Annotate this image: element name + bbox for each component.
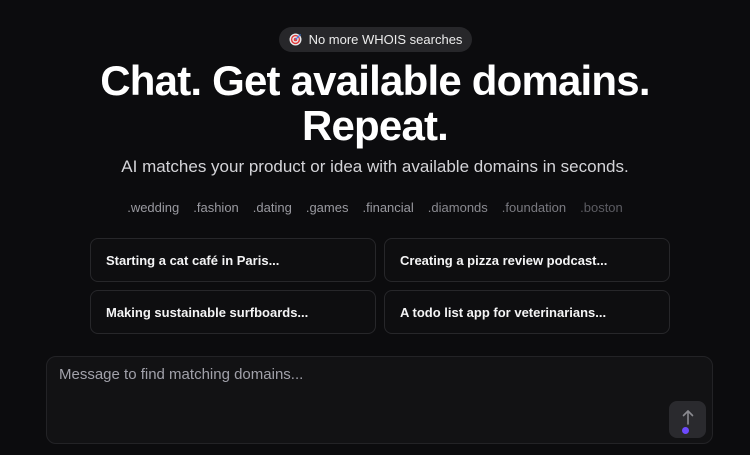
suggestion-grid: Starting a cat café in Paris... Creating…	[90, 238, 670, 334]
tld-chip: .games	[305, 200, 349, 215]
tld-chip: .diamonds	[427, 200, 488, 215]
message-input[interactable]	[59, 366, 659, 426]
suggestion-card[interactable]: A todo list app for veterinarians...	[384, 290, 670, 334]
hero-line-1: Chat. Get available domains.	[100, 57, 650, 104]
hero-line-2: Repeat.	[301, 102, 449, 149]
tld-chip: .dating	[252, 200, 292, 215]
tld-chip: .foundation	[501, 200, 567, 215]
send-button[interactable]	[669, 401, 706, 438]
tld-list: .wedding .fashion .dating .games .financial.…	[0, 200, 750, 215]
message-composer	[46, 356, 713, 444]
tld-chip: .fashion	[193, 200, 239, 215]
suggestion-card[interactable]: Starting a cat café in Paris...	[90, 238, 376, 282]
tld-chip: .wedding	[127, 200, 180, 215]
badge-label: No more WHOIS searches	[308, 32, 463, 47]
tld-chip: .financial	[362, 200, 414, 215]
subtitle: AI matches your product or idea with ava…	[121, 157, 629, 176]
target-icon	[289, 33, 302, 46]
suggestion-card[interactable]: Making sustainable surfboards...	[90, 290, 376, 334]
announcement-badge[interactable]: No more WHOIS searches	[279, 27, 472, 52]
page: No more WHOIS searches Chat. Get availab…	[0, 0, 750, 455]
status-dot	[682, 427, 689, 434]
hero-heading: Chat. Get available domains. Repeat.	[0, 58, 750, 148]
tld-chip: .boston	[580, 200, 623, 215]
suggestion-card[interactable]: Creating a pizza review podcast...	[384, 238, 670, 282]
